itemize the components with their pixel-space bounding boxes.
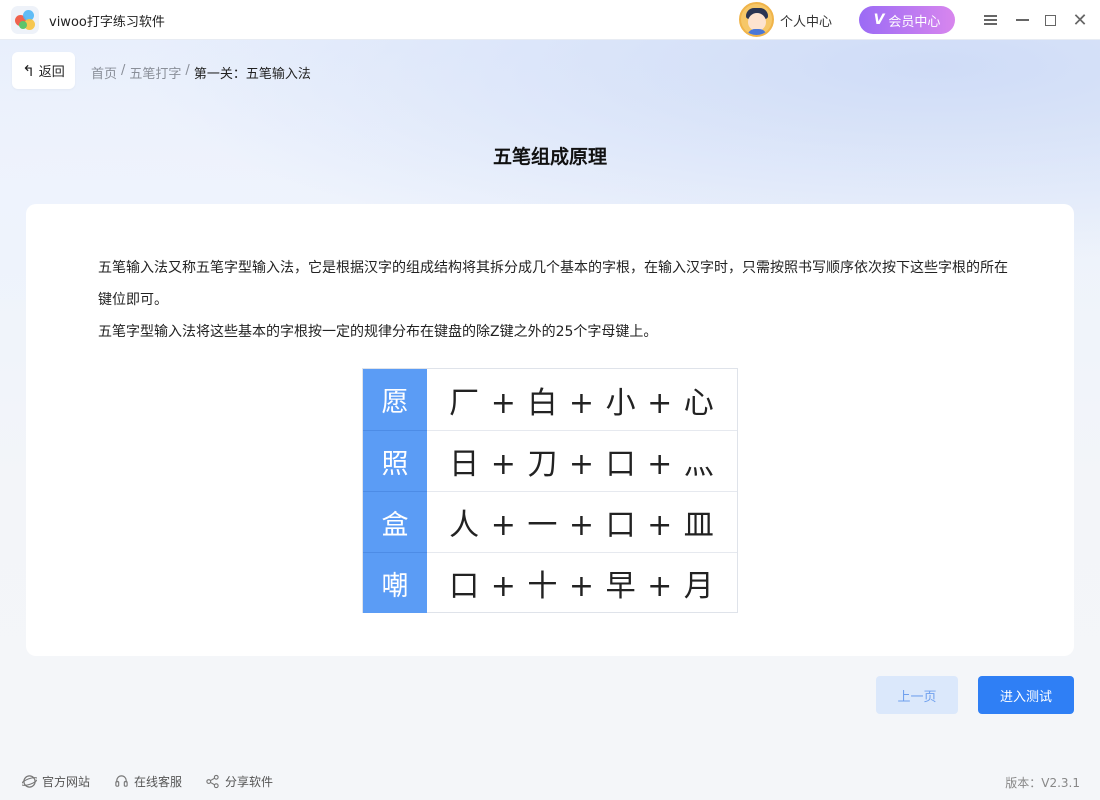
table-row: 愿 厂 + 白 + 小 + 心 (363, 369, 737, 430)
vip-center-label: 会员中心 (888, 14, 941, 30)
decomposition-table: 愿 厂 + 白 + 小 + 心 照 日 + 刀 + 口 + 灬 盒 人 + 一 … (362, 368, 738, 613)
avatar[interactable] (739, 2, 774, 37)
example-char: 盒 (363, 491, 427, 552)
version-label: 版本：V2.3.1 (1005, 776, 1080, 790)
app-logo-icon (11, 6, 39, 34)
service-link[interactable]: 在线客服 (114, 773, 182, 790)
minimize-icon[interactable] (1012, 10, 1032, 30)
menu-icon[interactable] (980, 10, 1000, 30)
close-icon[interactable]: ✕ (1070, 10, 1090, 31)
website-link[interactable]: 官方网站 (22, 773, 90, 790)
vip-badge-icon: V (873, 12, 885, 28)
content-card: 五笔输入法又称五笔字型输入法，它是根据汉字的组成结构将其拆分成几个基本的字根，在… (26, 204, 1074, 656)
example-parts: 厂 + 白 + 小 + 心 (449, 385, 715, 421)
globe-icon (22, 774, 37, 789)
personal-center-link[interactable]: 个人中心 (780, 11, 832, 30)
example-parts: 人 + 一 + 口 + 皿 (427, 491, 737, 552)
example-char: 嘲 (363, 552, 427, 613)
back-label: 返回 (38, 65, 65, 80)
table-row: 照 日 + 刀 + 口 + 灬 (363, 430, 737, 491)
table-row: 盒 人 + 一 + 口 + 皿 (363, 491, 737, 552)
breadcrumb: 首页 / 五笔打字 / 第一关：五笔输入法 (91, 63, 311, 82)
back-button[interactable]: ↰ 返回 (12, 52, 75, 89)
intro-paragraph: 五笔输入法又称五笔字型输入法，它是根据汉字的组成结构将其拆分成几个基本的字根，在… (98, 260, 1008, 308)
enter-test-button[interactable]: 进入测试 (978, 676, 1074, 714)
website-label: 官方网站 (42, 775, 91, 789)
prev-page-button[interactable]: 上一页 (876, 676, 958, 714)
breadcrumb-wubi[interactable]: 五笔打字 (129, 63, 181, 82)
app-title: viwoo打字练习软件 (49, 15, 165, 30)
share-link[interactable]: 分享软件 (205, 773, 273, 790)
service-label: 在线客服 (134, 775, 183, 789)
example-parts: 日 + 刀 + 口 + 灬 (427, 430, 737, 491)
maximize-icon[interactable] (1040, 10, 1060, 30)
headset-icon (114, 774, 129, 789)
back-arrow-icon: ↰ (22, 61, 35, 80)
table-row: 嘲 口 + 十 + 早 + 月 (363, 552, 737, 613)
footer: 官方网站 在线客服 分享软件 版本：V2.3.1 (0, 764, 1100, 800)
example-char: 愿 (363, 369, 427, 430)
page-title: 五笔组成原理 (492, 146, 607, 168)
example-parts: 口 + 十 + 早 + 月 (427, 552, 737, 613)
breadcrumb-separator: / (121, 63, 126, 78)
vip-center-button[interactable]: V 会员中心 (859, 6, 955, 34)
share-label: 分享软件 (225, 775, 274, 789)
detail-paragraph: 五笔字型输入法将这些基本的字根按一定的规律分布在键盘的除Z键之外的25个字母键上… (98, 324, 658, 340)
breadcrumb-home[interactable]: 首页 (91, 63, 117, 82)
example-char: 照 (363, 430, 427, 491)
breadcrumb-separator: / (185, 63, 190, 78)
breadcrumb-current: 第一关：五笔输入法 (193, 67, 311, 82)
share-icon (205, 774, 220, 789)
title-bar: viwoo打字练习软件 个人中心 V 会员中心 ✕ (0, 0, 1100, 40)
